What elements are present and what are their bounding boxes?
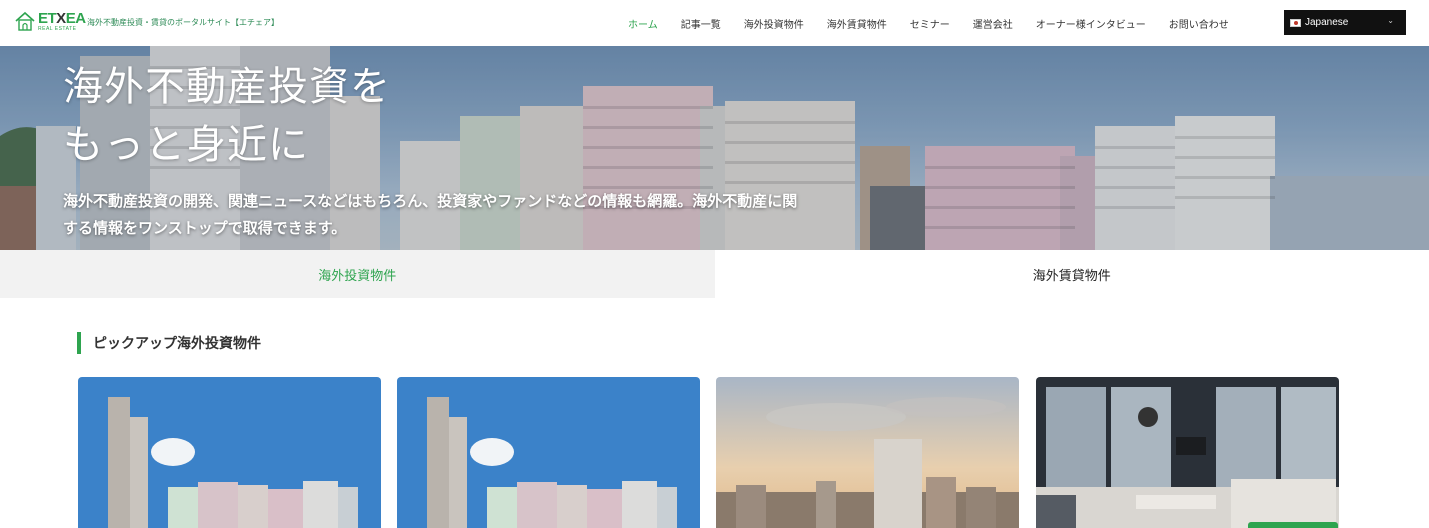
property-image: [1036, 377, 1339, 528]
tab-investment-properties[interactable]: 海外投資物件: [0, 250, 715, 298]
property-image: [78, 377, 381, 528]
hero-title-line1: 海外不動産投資を: [63, 64, 391, 110]
property-card[interactable]: [78, 377, 381, 528]
tab-rental-properties[interactable]: 海外賃貸物件: [714, 250, 1429, 298]
nav-item-home[interactable]: ホーム: [628, 16, 658, 31]
property-tabs: 海外投資物件 海外賃貸物件: [0, 250, 1429, 298]
nav-item-rental[interactable]: 海外賃貸物件: [827, 16, 887, 31]
main-nav: ホーム 記事一覧 海外投資物件 海外賃貸物件 セミナー 運営会社 オーナー様イン…: [628, 16, 1252, 31]
japan-flag-icon: [1290, 18, 1301, 27]
site-logo[interactable]: ETXEA REAL ESTATE: [14, 10, 86, 32]
nav-item-company[interactable]: 運営会社: [973, 16, 1013, 31]
property-card[interactable]: [1036, 377, 1339, 528]
logo-wordmark: ETXEA: [38, 9, 86, 27]
property-card[interactable]: [397, 377, 700, 528]
property-image: [397, 377, 700, 528]
hero-title-line2: もっと身近に: [63, 122, 309, 168]
language-select[interactable]: Japanese ⌄: [1284, 10, 1406, 35]
section-title: ピックアップ海外投資物件: [77, 332, 261, 354]
hero-banner: 海外不動産投資を もっと身近に 海外不動産投資の開発、関連ニュースなどはもちろん…: [0, 46, 1429, 250]
logo-subtext: REAL ESTATE: [38, 25, 77, 32]
hero-description: 海外不動産投資の開発、関連ニュースなどはもちろん、投資家やファンドなどの情報も網…: [63, 192, 798, 237]
property-card[interactable]: [716, 377, 1019, 528]
site-header: ETXEA REAL ESTATE 海外不動産投資・賃貸のポータルサイト【エチェ…: [0, 0, 1429, 46]
nav-item-seminar[interactable]: セミナー: [910, 16, 950, 31]
nav-item-articles[interactable]: 記事一覧: [681, 16, 721, 31]
card-badge: [1248, 522, 1338, 528]
property-image: [716, 377, 1019, 528]
nav-item-investment[interactable]: 海外投資物件: [744, 16, 804, 31]
language-label: Japanese: [1305, 17, 1349, 28]
hero-title: 海外不動産投資を もっと身近に: [63, 58, 391, 174]
house-logo-icon: [14, 10, 36, 32]
site-tagline: 海外不動産投資・賃貸のポータルサイト【エチェア】: [87, 18, 279, 27]
nav-item-contact[interactable]: お問い合わせ: [1169, 16, 1229, 31]
nav-item-interview[interactable]: オーナー様インタビュー: [1036, 16, 1146, 31]
chevron-down-icon: ⌄: [1387, 16, 1394, 25]
